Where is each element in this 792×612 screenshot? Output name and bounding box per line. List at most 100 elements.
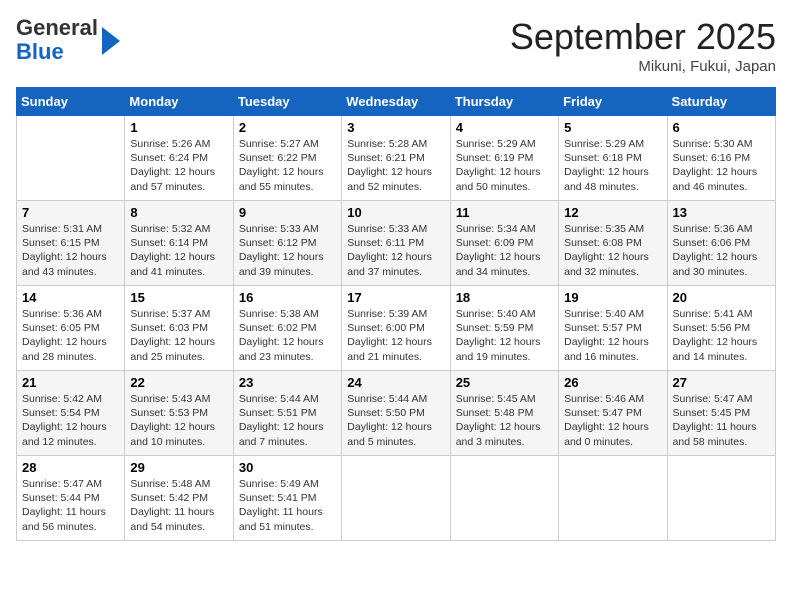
header-sunday: Sunday <box>17 88 125 116</box>
calendar-cell: 18 Sunrise: 5:40 AM Sunset: 5:59 PM Dayli… <box>450 286 558 371</box>
day-number: 24 <box>347 375 444 390</box>
calendar-cell: 8 Sunrise: 5:32 AM Sunset: 6:14 PM Daylig… <box>125 201 233 286</box>
day-number: 2 <box>239 120 336 135</box>
day-number: 28 <box>22 460 119 475</box>
calendar-cell: 6 Sunrise: 5:30 AM Sunset: 6:16 PM Daylig… <box>667 116 775 201</box>
day-number: 7 <box>22 205 119 220</box>
calendar-cell <box>559 456 667 541</box>
header-wednesday: Wednesday <box>342 88 450 116</box>
day-info: Sunrise: 5:33 AM Sunset: 6:12 PM Dayligh… <box>239 222 336 279</box>
day-number: 8 <box>130 205 227 220</box>
day-number: 27 <box>673 375 770 390</box>
day-number: 4 <box>456 120 553 135</box>
day-info: Sunrise: 5:28 AM Sunset: 6:21 PM Dayligh… <box>347 137 444 194</box>
calendar-cell: 9 Sunrise: 5:33 AM Sunset: 6:12 PM Daylig… <box>233 201 341 286</box>
day-number: 13 <box>673 205 770 220</box>
day-number: 21 <box>22 375 119 390</box>
page-header: General Blue September 2025 Mikuni, Fuku… <box>16 16 776 75</box>
day-info: Sunrise: 5:42 AM Sunset: 5:54 PM Dayligh… <box>22 392 119 449</box>
day-number: 25 <box>456 375 553 390</box>
calendar-week-2: 7 Sunrise: 5:31 AM Sunset: 6:15 PM Daylig… <box>17 201 776 286</box>
day-number: 16 <box>239 290 336 305</box>
calendar-cell: 23 Sunrise: 5:44 AM Sunset: 5:51 PM Dayli… <box>233 371 341 456</box>
calendar-cell: 28 Sunrise: 5:47 AM Sunset: 5:44 PM Dayli… <box>17 456 125 541</box>
day-number: 3 <box>347 120 444 135</box>
day-number: 9 <box>239 205 336 220</box>
calendar-cell: 20Sunrise: 5:41 AM Sunset: 5:56 PM Dayli… <box>667 286 775 371</box>
logo-arrow-icon <box>102 27 120 55</box>
title-block: September 2025 Mikuni, Fukui, Japan <box>510 16 776 75</box>
calendar-cell <box>342 456 450 541</box>
logo-general: General <box>16 15 98 40</box>
calendar-cell: 3 Sunrise: 5:28 AM Sunset: 6:21 PM Daylig… <box>342 116 450 201</box>
day-info: Sunrise: 5:38 AM Sunset: 6:02 PM Dayligh… <box>239 307 336 364</box>
day-info: Sunrise: 5:39 AM Sunset: 6:00 PM Dayligh… <box>347 307 444 364</box>
calendar-cell: 21 Sunrise: 5:42 AM Sunset: 5:54 PM Dayli… <box>17 371 125 456</box>
day-info: Sunrise: 5:32 AM Sunset: 6:14 PM Dayligh… <box>130 222 227 279</box>
day-number: 22 <box>130 375 227 390</box>
day-info: Sunrise: 5:49 AM Sunset: 5:41 PM Dayligh… <box>239 477 336 534</box>
header-saturday: Saturday <box>667 88 775 116</box>
calendar-cell: 2 Sunrise: 5:27 AM Sunset: 6:22 PM Daylig… <box>233 116 341 201</box>
day-number: 20 <box>673 290 770 305</box>
calendar-cell: 10Sunrise: 5:33 AM Sunset: 6:11 PM Dayli… <box>342 201 450 286</box>
day-info: Sunrise: 5:44 AM Sunset: 5:50 PM Dayligh… <box>347 392 444 449</box>
calendar-cell: 17 Sunrise: 5:39 AM Sunset: 6:00 PM Dayli… <box>342 286 450 371</box>
calendar-cell: 11Sunrise: 5:34 AM Sunset: 6:09 PM Dayli… <box>450 201 558 286</box>
day-info: Sunrise: 5:40 AM Sunset: 5:59 PM Dayligh… <box>456 307 553 364</box>
day-info: Sunrise: 5:29 AM Sunset: 6:18 PM Dayligh… <box>564 137 661 194</box>
calendar-cell: 29 Sunrise: 5:48 AM Sunset: 5:42 PM Dayli… <box>125 456 233 541</box>
month-title: September 2025 <box>510 16 776 58</box>
day-number: 10 <box>347 205 444 220</box>
day-info: Sunrise: 5:45 AM Sunset: 5:48 PM Dayligh… <box>456 392 553 449</box>
day-info: Sunrise: 5:30 AM Sunset: 6:16 PM Dayligh… <box>673 137 770 194</box>
calendar-table: SundayMondayTuesdayWednesdayThursdayFrid… <box>16 87 776 541</box>
day-number: 15 <box>130 290 227 305</box>
calendar-cell: 7 Sunrise: 5:31 AM Sunset: 6:15 PM Daylig… <box>17 201 125 286</box>
calendar-cell: 1 Sunrise: 5:26 AM Sunset: 6:24 PM Daylig… <box>125 116 233 201</box>
day-info: Sunrise: 5:47 AM Sunset: 5:45 PM Dayligh… <box>673 392 770 449</box>
calendar-cell: 24 Sunrise: 5:44 AM Sunset: 5:50 PM Dayli… <box>342 371 450 456</box>
day-info: Sunrise: 5:34 AM Sunset: 6:09 PM Dayligh… <box>456 222 553 279</box>
day-number: 1 <box>130 120 227 135</box>
day-info: Sunrise: 5:36 AM Sunset: 6:06 PM Dayligh… <box>673 222 770 279</box>
day-number: 26 <box>564 375 661 390</box>
day-number: 18 <box>456 290 553 305</box>
day-info: Sunrise: 5:35 AM Sunset: 6:08 PM Dayligh… <box>564 222 661 279</box>
calendar-cell: 27 Sunrise: 5:47 AM Sunset: 5:45 PM Dayli… <box>667 371 775 456</box>
calendar-cell: 16 Sunrise: 5:38 AM Sunset: 6:02 PM Dayli… <box>233 286 341 371</box>
calendar-cell: 19Sunrise: 5:40 AM Sunset: 5:57 PM Dayli… <box>559 286 667 371</box>
header-tuesday: Tuesday <box>233 88 341 116</box>
header-thursday: Thursday <box>450 88 558 116</box>
header-monday: Monday <box>125 88 233 116</box>
day-number: 14 <box>22 290 119 305</box>
day-number: 30 <box>239 460 336 475</box>
day-number: 6 <box>673 120 770 135</box>
day-number: 5 <box>564 120 661 135</box>
calendar-cell: 15Sunrise: 5:37 AM Sunset: 6:03 PM Dayli… <box>125 286 233 371</box>
calendar-cell <box>667 456 775 541</box>
day-info: Sunrise: 5:46 AM Sunset: 5:47 PM Dayligh… <box>564 392 661 449</box>
day-info: Sunrise: 5:29 AM Sunset: 6:19 PM Dayligh… <box>456 137 553 194</box>
calendar-cell <box>17 116 125 201</box>
calendar-cell: 22Sunrise: 5:43 AM Sunset: 5:53 PM Dayli… <box>125 371 233 456</box>
day-info: Sunrise: 5:48 AM Sunset: 5:42 PM Dayligh… <box>130 477 227 534</box>
calendar-cell: 5 Sunrise: 5:29 AM Sunset: 6:18 PM Daylig… <box>559 116 667 201</box>
day-info: Sunrise: 5:26 AM Sunset: 6:24 PM Dayligh… <box>130 137 227 194</box>
day-info: Sunrise: 5:47 AM Sunset: 5:44 PM Dayligh… <box>22 477 119 534</box>
day-info: Sunrise: 5:36 AM Sunset: 6:05 PM Dayligh… <box>22 307 119 364</box>
logo-blue: Blue <box>16 39 64 64</box>
day-number: 23 <box>239 375 336 390</box>
calendar-cell: 25 Sunrise: 5:45 AM Sunset: 5:48 PM Dayli… <box>450 371 558 456</box>
day-number: 19 <box>564 290 661 305</box>
day-number: 12 <box>564 205 661 220</box>
day-info: Sunrise: 5:27 AM Sunset: 6:22 PM Dayligh… <box>239 137 336 194</box>
calendar-week-1: 1 Sunrise: 5:26 AM Sunset: 6:24 PM Daylig… <box>17 116 776 201</box>
calendar-cell <box>450 456 558 541</box>
calendar-header-row: SundayMondayTuesdayWednesdayThursdayFrid… <box>17 88 776 116</box>
day-info: Sunrise: 5:31 AM Sunset: 6:15 PM Dayligh… <box>22 222 119 279</box>
day-number: 29 <box>130 460 227 475</box>
day-info: Sunrise: 5:44 AM Sunset: 5:51 PM Dayligh… <box>239 392 336 449</box>
calendar-week-5: 28 Sunrise: 5:47 AM Sunset: 5:44 PM Dayli… <box>17 456 776 541</box>
day-number: 17 <box>347 290 444 305</box>
